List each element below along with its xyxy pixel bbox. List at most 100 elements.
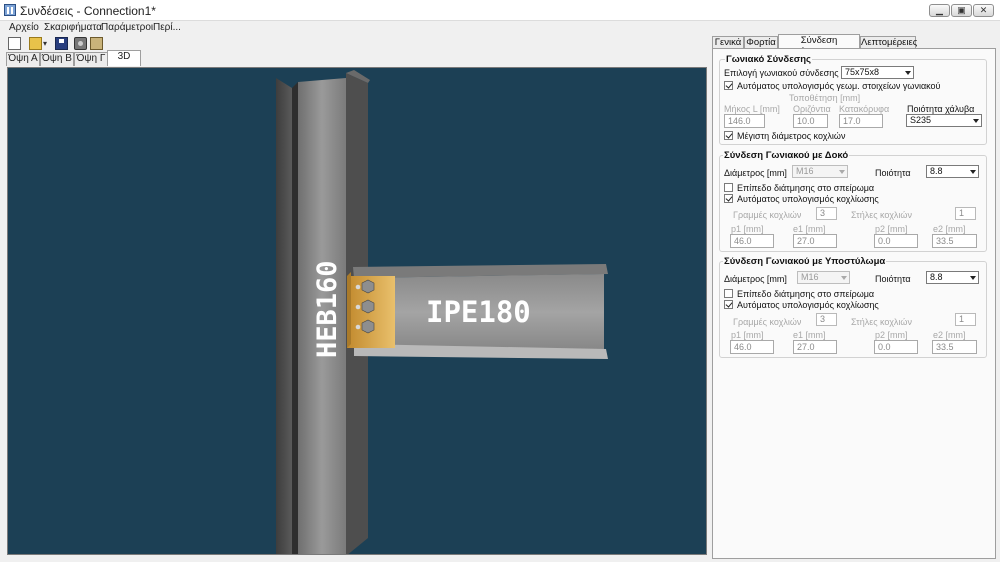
beam-p2-input[interactable]: 0.0 — [874, 234, 918, 248]
maximize-button[interactable]: ▣ — [951, 4, 972, 17]
beam-quality-label: Ποιότητα — [875, 168, 911, 178]
column-cols-label: Στήλες κοχλιών — [851, 317, 912, 327]
length-label: Μήκος L [mm] — [724, 104, 780, 114]
beam-rows-label: Γραμμές κοχλιών — [733, 210, 802, 220]
column-quality-value: 8.8 — [930, 272, 943, 282]
beam-quality-select[interactable]: 8.8 — [926, 165, 979, 178]
beam-shear-plane-checkbox[interactable] — [724, 183, 733, 192]
length-input[interactable]: 146.0 — [724, 114, 765, 128]
3d-scene: HEB160 IPE180 — [276, 70, 608, 554]
column-quality-label: Ποιότητα — [875, 274, 911, 284]
column-p2-input[interactable]: 0.0 — [874, 340, 918, 354]
title-bar: Συνδέσεις - Connection1* ▁ ▣ ✕ — [0, 0, 1000, 21]
beam-label: IPE180 — [426, 295, 531, 329]
max-diameter-label: Μέγιστη διάμετρος κοχλιών — [737, 131, 846, 141]
open-folder-icon[interactable] — [29, 37, 42, 50]
angle-select[interactable]: 75x75x8 — [841, 66, 914, 79]
column-rows-label: Γραμμές κοχλιών — [733, 317, 802, 327]
column-e1-label: e1 [mm] — [793, 330, 826, 340]
beam-cols-label: Στήλες κοχλιών — [851, 210, 912, 220]
menu-file[interactable]: Αρχείο — [9, 22, 39, 33]
close-button[interactable]: ✕ — [973, 4, 994, 17]
column-quality-select[interactable]: 8.8 — [926, 271, 979, 284]
beam-e1-input[interactable]: 27.0 — [793, 234, 837, 248]
beam-connection-title: Σύνδεση Γωνιακού με Δοκό — [723, 150, 850, 161]
menu-parameters[interactable]: Παράμετροι — [101, 22, 153, 33]
steel-grade-label: Ποιότητα χάλυβα — [907, 104, 975, 114]
3d-viewport[interactable]: HEB160 IPE180 — [7, 67, 707, 555]
beam-e2-label: e2 [mm] — [933, 224, 966, 234]
beam-auto-bolting-checkbox[interactable] — [724, 194, 733, 203]
column-diameter-select[interactable]: M16 — [797, 271, 850, 284]
cleat-edge — [347, 272, 351, 348]
chevron-down-icon — [970, 276, 976, 280]
panel-body: Γωνιακό Σύνδεσης Επιλογή γωνιακού σύνδεσ… — [712, 48, 996, 559]
beam-diameter-label: Διάμετρος [mm] — [724, 168, 787, 178]
beam-shear-plane-label: Επίπεδο διάτμησης στο σπείρωμα — [737, 183, 875, 193]
vertical-label: Κατακόρυφα — [839, 104, 890, 114]
chevron-down-icon — [970, 170, 976, 174]
column-diameter-label: Διάμετρος [mm] — [724, 274, 787, 284]
beam-e1-label: e1 [mm] — [793, 224, 826, 234]
tab-view-a[interactable]: Όψη Α — [6, 52, 40, 66]
angle-select-label: Επιλογή γωνιακού σύνδεσης — [724, 68, 839, 78]
beam-diameter-select[interactable]: M16 — [792, 165, 848, 178]
tab-3d[interactable]: 3D — [107, 50, 141, 66]
tab-view-c[interactable]: Όψη Γ — [74, 52, 108, 66]
auto-geom-checkbox[interactable] — [724, 81, 733, 90]
window-title: Συνδέσεις - Connection1* — [20, 4, 156, 18]
tab-shear-connection[interactable]: Σύνδεση τέμνουσας — [778, 34, 860, 57]
angle-select-value: 75x75x8 — [845, 67, 880, 77]
bolt-head-1 — [355, 284, 361, 290]
column-auto-bolting-checkbox[interactable] — [724, 300, 733, 309]
save-icon[interactable] — [55, 37, 68, 50]
beam-e2-input[interactable]: 33.5 — [932, 234, 977, 248]
auto-geom-label: Αυτόματος υπολογισμός γεωμ. στοιχείων γω… — [737, 81, 941, 91]
beam-auto-bolting-label: Αυτόματος υπολογισμός κοχλίωσης — [737, 194, 879, 204]
column-p1-label: p1 [mm] — [731, 330, 764, 340]
column-shear-plane-checkbox[interactable] — [724, 289, 733, 298]
column-cols-input[interactable]: 1 — [955, 313, 976, 326]
vertical-input[interactable]: 17.0 — [839, 114, 883, 128]
column-p1-input[interactable]: 46.0 — [730, 340, 774, 354]
column-shear-plane-label: Επίπεδο διάτμησης στο σπείρωμα — [737, 289, 875, 299]
column-auto-bolting-label: Αυτόματος υπολογισμός κοχλίωσης — [737, 300, 879, 310]
angle-group-title: Γωνιακό Σύνδεσης — [725, 54, 812, 65]
tab-view-b[interactable]: Όψη Β — [40, 52, 74, 66]
beam-rows-input[interactable]: 3 — [816, 207, 837, 220]
bolt-2 — [361, 299, 375, 314]
bolt-1 — [361, 279, 375, 294]
chevron-down-icon — [973, 119, 979, 123]
app-icon — [4, 4, 16, 16]
column-left-flange-edge — [292, 82, 298, 554]
column-e2-input[interactable]: 33.5 — [932, 340, 977, 354]
bolt-head-3 — [355, 324, 361, 330]
max-diameter-checkbox[interactable] — [724, 131, 733, 140]
column-rows-input[interactable]: 3 — [816, 313, 837, 326]
minimize-button[interactable]: ▁ — [929, 4, 950, 17]
column-e1-input[interactable]: 27.0 — [793, 340, 837, 354]
beam-p1-label: p1 [mm] — [731, 224, 764, 234]
beam-diameter-value: M16 — [796, 166, 814, 176]
column-e2-label: e2 [mm] — [933, 330, 966, 340]
column-connection-title: Σύνδεση Γωνιακού με Υποστύλωμα — [723, 256, 887, 267]
bolt-group — [355, 279, 375, 334]
new-file-icon[interactable] — [8, 37, 21, 50]
chevron-down-icon — [841, 276, 847, 280]
column-label: HEB160 — [312, 260, 343, 358]
beam-quality-value: 8.8 — [930, 166, 943, 176]
menu-bar: Αρχείο Σκαριφήματα Παράμετροι Περί... — [0, 21, 1000, 35]
horizontal-input[interactable]: 10.0 — [793, 114, 828, 128]
beam-p2-label: p2 [mm] — [875, 224, 908, 234]
placement-label: Τοποθέτηση [mm] — [789, 93, 861, 103]
open-dropdown-icon[interactable]: ▾ — [43, 37, 50, 50]
steel-grade-select[interactable]: S235 — [906, 114, 982, 127]
chevron-down-icon — [905, 71, 911, 75]
print-icon[interactable] — [90, 37, 103, 50]
menu-about[interactable]: Περί... — [153, 22, 181, 33]
beam-p1-input[interactable]: 46.0 — [730, 234, 774, 248]
beam-cols-input[interactable]: 1 — [955, 207, 976, 220]
menu-sketches[interactable]: Σκαριφήματα — [44, 22, 102, 33]
camera-icon[interactable] — [74, 37, 87, 50]
column-p2-label: p2 [mm] — [875, 330, 908, 340]
